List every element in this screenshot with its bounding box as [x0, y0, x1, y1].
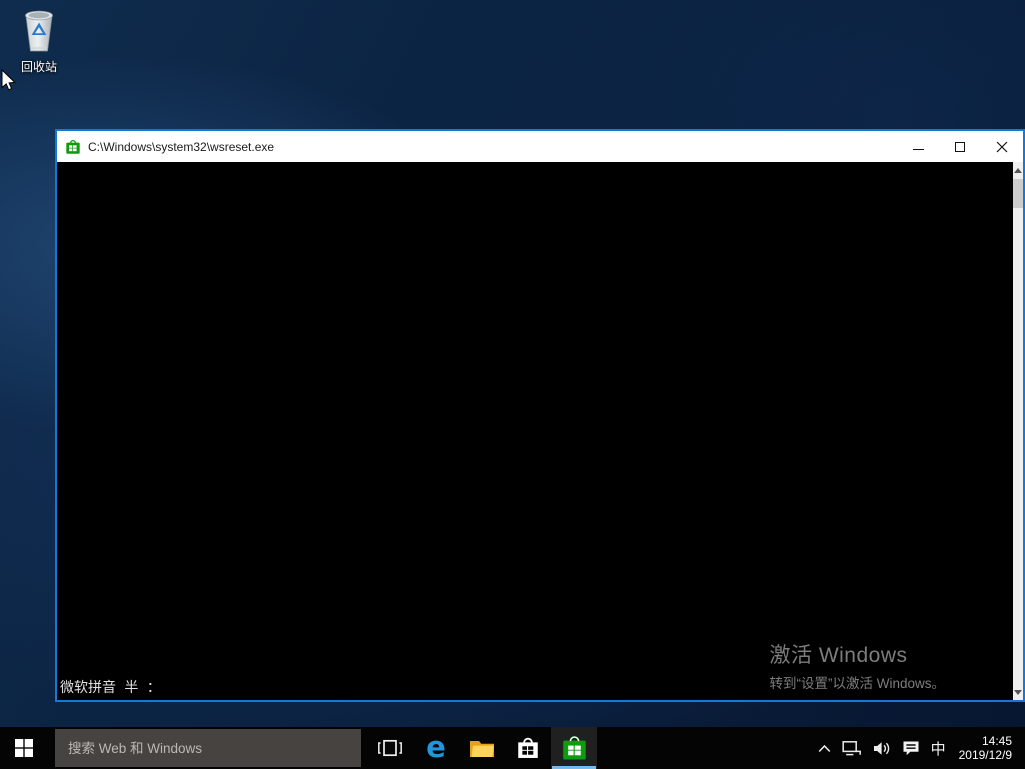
recycle-bin-icon: [18, 6, 60, 56]
windows-logo-icon: [15, 739, 33, 757]
activate-watermark: 激活 Windows 转到“设置”以激活 Windows。: [769, 639, 945, 692]
action-center-icon[interactable]: [902, 740, 920, 757]
recycle-bin[interactable]: 回收站: [8, 6, 70, 75]
file-explorer-button[interactable]: [459, 727, 505, 769]
ime-language-indicator[interactable]: 中: [931, 738, 946, 759]
console-output[interactable]: 激活 Windows 转到“设置”以激活 Windows。 微软拼音 半 ：: [57, 162, 1023, 700]
system-tray: 中 14:45 2019/12/9: [818, 727, 1025, 769]
scrollbar-down-button[interactable]: [1013, 684, 1023, 700]
maximize-button[interactable]: [939, 131, 981, 162]
watermark-title: 激活 Windows: [769, 639, 945, 669]
window-titlebar[interactable]: C:\Windows\system32\wsreset.exe: [57, 131, 1023, 162]
edge-button[interactable]: e: [413, 727, 459, 769]
store-icon-white: [515, 735, 541, 761]
minimize-button[interactable]: [897, 131, 939, 162]
scroll-up-icon: [1014, 168, 1022, 173]
network-icon[interactable]: [842, 740, 862, 756]
taskbar-clock[interactable]: 14:45 2019/12/9: [959, 734, 1012, 762]
taskbar-search[interactable]: [55, 729, 361, 767]
volume-icon[interactable]: [873, 741, 891, 756]
close-button[interactable]: [981, 131, 1023, 162]
close-icon: [996, 141, 1008, 153]
store-button[interactable]: [505, 727, 551, 769]
clock-date: 2019/12/9: [959, 748, 1012, 762]
scroll-down-icon: [1014, 690, 1022, 695]
taskbar: e: [0, 727, 1025, 769]
minimize-icon: [913, 149, 924, 150]
store-icon-green: [561, 735, 588, 762]
maximize-icon: [955, 142, 965, 152]
tray-chevron-up-icon[interactable]: [818, 744, 831, 753]
start-button[interactable]: [0, 727, 48, 769]
ime-status: 微软拼音 半 ：: [60, 677, 161, 697]
watermark-subtitle: 转到“设置”以激活 Windows。: [769, 672, 945, 692]
scrollbar-thumb[interactable]: [1013, 179, 1023, 208]
scrollbar-up-button[interactable]: [1013, 162, 1023, 178]
recycle-bin-label: 回收站: [8, 58, 70, 75]
console-window: C:\Windows\system32\wsreset.exe 激活 Windo…: [55, 129, 1025, 702]
window-title: C:\Windows\system32\wsreset.exe: [88, 140, 274, 154]
file-explorer-icon: [469, 738, 495, 759]
window-controls: [897, 131, 1023, 162]
store-active-button[interactable]: [551, 727, 597, 769]
mouse-cursor: [1, 69, 17, 92]
search-input[interactable]: [55, 729, 361, 767]
edge-icon: e: [426, 733, 446, 762]
console-scrollbar[interactable]: [1013, 162, 1023, 700]
clock-time: 14:45: [959, 734, 1012, 748]
task-view-icon: [377, 739, 403, 757]
store-icon: [65, 139, 81, 155]
task-view-button[interactable]: [367, 727, 413, 769]
